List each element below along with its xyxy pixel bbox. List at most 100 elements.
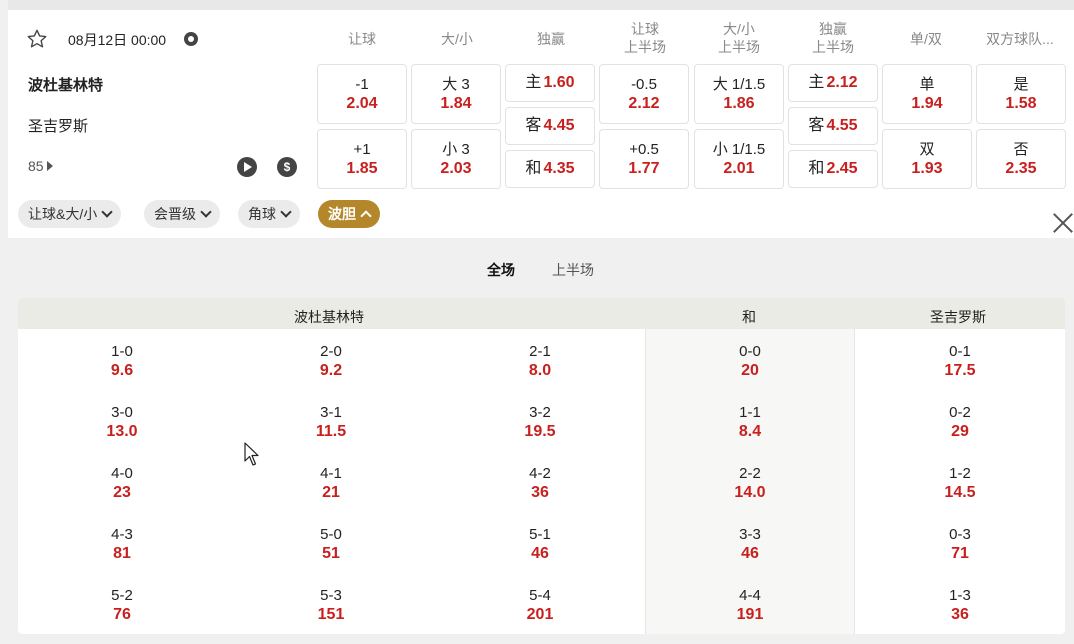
odds-label: -0.5 (631, 76, 657, 93)
score-cell[interactable]: 2-0 9.2 (291, 342, 371, 380)
score-label: 3-2 (529, 404, 551, 421)
tab-full-time[interactable]: 全场 (487, 260, 515, 280)
odds-cell-moneyline[interactable]: 和 4.35 (505, 150, 595, 188)
odds-value: 4.45 (543, 117, 575, 134)
away-team-name: 圣吉罗斯 (28, 118, 89, 135)
odds-cell-moneyline-h1[interactable]: 主 2.12 (788, 64, 878, 102)
odds-value: 4.35 (543, 160, 575, 177)
odds-value: 1.58 (1005, 95, 1037, 112)
score-cell[interactable]: 3-1 11.5 (291, 403, 371, 441)
score-cell[interactable]: 1-3 36 (920, 586, 1000, 624)
more-markets-count: 85 (28, 158, 44, 174)
odds-value: 1.86 (723, 95, 755, 112)
score-odds: 13.0 (106, 423, 138, 440)
score-label: 0-2 (949, 404, 971, 421)
score-odds: 36 (951, 606, 969, 623)
score-odds: 46 (741, 545, 759, 562)
odds-cell-odd-even[interactable]: 单 1.94 (882, 64, 972, 124)
period-tabs: 全场 上半场 (0, 258, 1074, 282)
score-odds: 46 (531, 545, 549, 562)
score-cell[interactable]: 0-1 17.5 (920, 342, 1000, 380)
filter-chip[interactable]: 让球&大/小 (18, 200, 122, 228)
filter-chip[interactable]: 波胆 (318, 200, 380, 228)
score-label: 2-0 (320, 343, 342, 360)
filter-chip[interactable]: 角球 (238, 200, 300, 228)
odds-cell-btts[interactable]: 是 1.58 (976, 64, 1066, 124)
score-cell[interactable]: 4-0 23 (82, 464, 162, 502)
odds-cell-over-under[interactable]: 小 3 2.03 (411, 129, 501, 189)
odds-cell-over-under-h1[interactable]: 小 1/1.5 2.01 (694, 129, 784, 189)
score-cell[interactable]: 2-1 8.0 (500, 342, 580, 380)
match-datetime: 08月12日 00:00 (68, 32, 167, 48)
close-icon[interactable] (1052, 212, 1074, 234)
tab-first-half[interactable]: 上半场 (552, 260, 594, 280)
score-odds: 51 (322, 545, 340, 562)
odds-label: 小 3 (442, 141, 470, 158)
odds-cell-moneyline[interactable]: 主 1.60 (505, 64, 595, 102)
score-cell[interactable]: 4-3 81 (82, 525, 162, 563)
odds-cell-over-under-h1[interactable]: 大 1/1.5 1.86 (694, 64, 784, 124)
score-cell[interactable]: 4-2 36 (500, 464, 580, 502)
score-cell[interactable]: 1-2 14.5 (920, 464, 1000, 502)
column-header: 大/小 (441, 31, 473, 47)
score-cell[interactable]: 0-3 71 (920, 525, 1000, 563)
score-cell[interactable]: 5-2 76 (82, 586, 162, 624)
odds-cell-moneyline-h1[interactable]: 和 2.45 (788, 150, 878, 188)
score-cell[interactable]: 1-0 9.6 (82, 342, 162, 380)
draw-score-cell[interactable]: 4-4 191 (710, 586, 790, 624)
odds-cell-handicap[interactable]: -1 2.04 (317, 64, 407, 124)
draw-score-cell[interactable]: 3-3 46 (710, 525, 790, 563)
header-away-team: 圣吉罗斯 (930, 309, 986, 325)
score-odds: 11.5 (315, 423, 347, 440)
score-label: 4-3 (111, 526, 133, 543)
score-label: 4-1 (320, 465, 342, 482)
score-label: 2-2 (739, 465, 761, 482)
odds-label: 是 (1013, 76, 1029, 93)
play-video-icon[interactable] (237, 157, 257, 177)
score-label: 1-2 (949, 465, 971, 482)
live-clock-icon (184, 32, 198, 46)
score-cell[interactable]: 3-0 13.0 (82, 403, 162, 441)
odds-cell-odd-even[interactable]: 双 1.93 (882, 129, 972, 189)
score-odds: 29 (951, 423, 969, 440)
chevron-up-icon (360, 210, 372, 222)
filter-chip[interactable]: 会晋级 (144, 200, 220, 228)
odds-value: 2.35 (1005, 160, 1037, 177)
score-cell[interactable]: 5-0 51 (291, 525, 371, 563)
odds-cell-handicap-h1[interactable]: +0.5 1.77 (599, 129, 689, 189)
score-odds: 21 (322, 484, 340, 501)
odds-cell-handicap[interactable]: +1 1.85 (317, 129, 407, 189)
score-cell[interactable]: 3-2 19.5 (500, 403, 580, 441)
more-markets-link[interactable]: 85 (28, 158, 53, 174)
score-label: 4-0 (111, 465, 133, 482)
odds-label: 单 (919, 76, 935, 93)
score-label: 5-1 (529, 526, 551, 543)
score-label: 3-3 (739, 526, 761, 543)
favorite-star-icon[interactable] (26, 28, 48, 50)
odds-cell-btts[interactable]: 否 2.35 (976, 129, 1066, 189)
top-divider (8, 0, 1074, 10)
odds-label: 双 (919, 141, 935, 158)
score-cell[interactable]: 5-3 151 (291, 586, 371, 624)
score-label: 0-1 (949, 343, 971, 360)
score-cell[interactable]: 5-4 201 (500, 586, 580, 624)
home-team-name: 波杜基林特 (28, 77, 104, 94)
odds-cell-moneyline[interactable]: 客 4.45 (505, 107, 595, 145)
odds-cell-handicap-h1[interactable]: -0.5 2.12 (599, 64, 689, 124)
odds-cell-moneyline-h1[interactable]: 客 4.55 (788, 107, 878, 145)
score-cell[interactable]: 0-2 29 (920, 403, 1000, 441)
draw-score-cell[interactable]: 1-1 8.4 (710, 403, 790, 441)
column-header: 让球 (348, 31, 376, 47)
cash-out-icon[interactable]: $ (277, 157, 297, 177)
score-odds: 9.2 (319, 362, 343, 379)
odds-cell-over-under[interactable]: 大 3 1.84 (411, 64, 501, 124)
score-label: 1-3 (949, 587, 971, 604)
score-cell[interactable]: 4-1 21 (291, 464, 371, 502)
draw-score-cell[interactable]: 2-2 14.0 (710, 464, 790, 502)
chevron-down-icon (200, 206, 212, 218)
score-label: 5-0 (320, 526, 342, 543)
score-odds: 76 (113, 606, 131, 623)
score-cell[interactable]: 5-1 46 (500, 525, 580, 563)
draw-score-cell[interactable]: 0-0 20 (710, 342, 790, 380)
odds-label: 主 (525, 74, 542, 91)
